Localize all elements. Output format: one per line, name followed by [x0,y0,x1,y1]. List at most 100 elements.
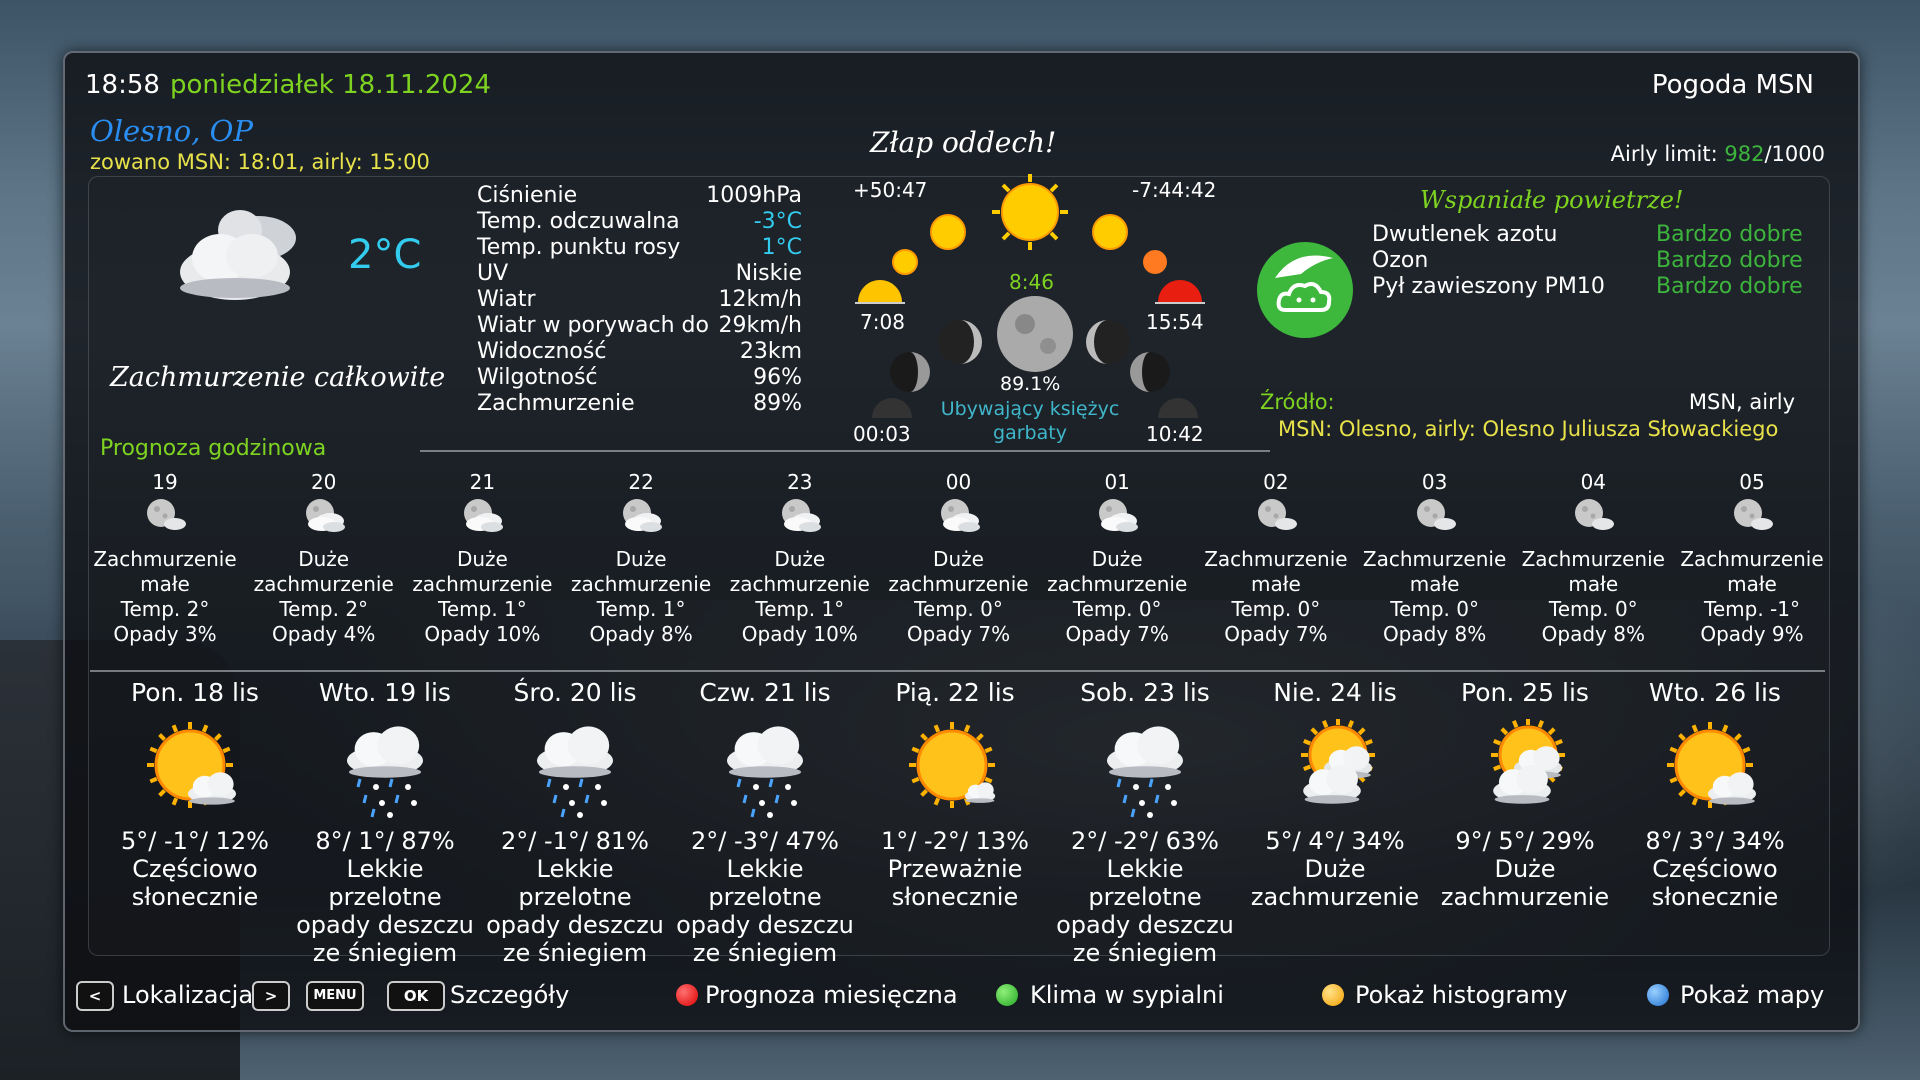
air-item-value: Bardzo dobre [1656,274,1803,299]
hourly-item: 20 Duże zachmurzenie Temp. 2° Opady 4% [249,470,399,647]
detail-label: Wiatr w porywach do [477,313,709,338]
hourly-desc-1: Duże [1091,547,1143,571]
daily-desc-2: słonecznie [891,883,1019,911]
daily-temps: 8°/ 1°/ 87% [315,827,455,855]
sleet-icon [1050,719,1240,819]
daily-desc-1: Duże [1304,855,1366,883]
detail-label: Temp. odczuwalna [477,209,680,234]
daily-temps: 5°/ 4°/ 34% [1265,827,1405,855]
daily-item: Śro. 20 lis 2°/ -1°/ 81% Lekkie przelotne o… [480,678,670,967]
source-value: MSN, airly [1688,390,1795,414]
daily-desc-2: opady deszczu [1056,911,1234,939]
moon-clouds-icon [249,497,399,541]
daily-day: Pią. 22 lis [895,678,1015,707]
hourly-temp: Temp. 0° [1390,597,1479,621]
details-label[interactable]: Szczegóły [450,981,569,1009]
hourly-temp: Temp. 0° [1072,597,1162,621]
current-description: Zachmurzenie całkowite [110,362,446,393]
hourly-desc-1: Zachmurzenie [1362,547,1507,571]
hourly-hour: 01 [1104,470,1130,494]
hourly-temp: Temp. 0° [1548,597,1638,621]
daily-desc-3: ze śniegiem [312,939,458,967]
app-title: Pogoda MSN [1651,70,1814,100]
moon-illumination: 89.1% [1000,373,1061,395]
hourly-item: 00 Duże zachmurzenie Temp. 0° Opady 7% [884,470,1034,647]
hourly-temp: Temp. 2° [279,597,369,621]
hourly-hour: 22 [628,470,654,494]
blue-button-icon[interactable] [1647,984,1669,1006]
daily-temps: 2°/ -2°/ 63% [1071,827,1219,855]
next-location-key[interactable]: > [252,981,290,1011]
prev-location-key[interactable]: < [76,981,114,1011]
daily-desc-2: opady deszczu [676,911,854,939]
daily-day: Sob. 23 lis [1080,678,1210,707]
blue-button-label[interactable]: Pokaż mapy [1680,981,1824,1009]
daily-day: Nie. 24 lis [1273,678,1397,707]
update-info: zowano MSN: 18:01, airly: 15:00 [90,150,430,174]
hourly-desc-1: Duże [774,547,826,571]
hourly-desc-1: Duże [933,547,984,571]
detail-value: 23km [739,339,802,364]
hourly-item: 05 Zachmurzenie małe Temp. -1° Opady 9% [1677,470,1827,647]
green-button-label[interactable]: Klima w sypialni [1030,981,1224,1009]
menu-key[interactable]: MENU [306,981,364,1011]
current-temperature: 2°C [348,232,422,278]
detail-label: UV [477,261,509,286]
hourly-hour: 02 [1263,470,1289,494]
moon-clouds-icon [1042,497,1192,541]
daily-desc-2: słonecznie [1651,883,1779,911]
air-headline: Wspaniałe powietrze! [1420,186,1684,214]
daily-desc-1: Duże [1494,855,1556,883]
moonset-time: 10:42 [1146,422,1204,446]
daily-day: Wto. 26 lis [1649,678,1781,707]
hourly-precip: Opady 7% [1065,622,1169,646]
daily-day: Pon. 18 lis [131,678,259,707]
daily-desc-2: opady deszczu [486,911,664,939]
detail-label: Zachmurzenie [477,391,635,416]
hourly-hour: 04 [1580,470,1607,494]
hourly-precip: Opady 10% [741,622,858,646]
hourly-divider [420,450,1270,452]
moon-cloud-icon [1360,497,1510,541]
daily-desc-3: ze śniegiem [1072,939,1218,967]
daily-day: Czw. 21 lis [699,678,831,707]
yellow-button-icon[interactable] [1322,984,1344,1006]
hourly-hour: 20 [310,470,337,494]
sleet-icon [670,719,860,819]
air-item-label: Ozon [1372,248,1429,273]
hourly-desc-2: zachmurzenie [571,572,712,596]
daily-item: Wto. 19 lis 8°/ 1°/ 87% Lekkie przelotne op… [290,678,480,967]
detail-value: 12km/h [718,287,802,312]
detail-value: -3°C [753,209,802,234]
ok-key[interactable]: OK [387,981,445,1011]
hourly-desc-2: małe [140,572,190,596]
hourly-item: 19 Zachmurzenie małe Temp. 2° Opady 3% [90,470,240,647]
hourly-item: 03 Zachmurzenie małe Temp. 0° Opady 8% [1360,470,1510,647]
sleet-icon [480,719,670,819]
moon-phase-label-2: garbaty [993,422,1067,444]
daily-desc-3: ze śniegiem [692,939,838,967]
hourly-desc-2: zachmurzenie [729,572,870,596]
air-slogan: Złap oddech! [870,126,1057,159]
airly-limit-label: Airly limit: [1610,142,1718,166]
location-name[interactable]: Olesno, OP [90,114,253,148]
hourly-temp: Temp. 2° [120,597,210,621]
daily-day: Pon. 25 lis [1461,678,1589,707]
moon-phase-label: Ubywający księżyc [940,398,1120,420]
hourly-temp: Temp. 0° [914,597,1003,621]
yellow-button-label[interactable]: Pokaż histogramy [1355,981,1568,1009]
hourly-desc-2: małe [1568,572,1619,596]
air-item-label: Dwutlenek azotu [1372,222,1558,247]
red-button-label[interactable]: Prognoza miesięczna [705,981,958,1009]
green-button-icon[interactable] [996,984,1018,1006]
location-label[interactable]: Lokalizacja [122,981,253,1009]
moon-clouds-icon [407,497,557,541]
hourly-item: 01 Duże zachmurzenie Temp. 0° Opady 7% [1042,470,1192,647]
airly-total: /1000 [1764,142,1825,166]
moon-cloud-icon [1518,497,1668,541]
detail-label: Ciśnienie [477,183,578,208]
moon-clouds-icon [884,497,1034,541]
hourly-temp: Temp. 0° [1231,597,1321,621]
daily-item: Sob. 23 lis 2°/ -2°/ 63% Lekkie przelotne o… [1050,678,1240,967]
red-button-icon[interactable] [676,984,698,1006]
